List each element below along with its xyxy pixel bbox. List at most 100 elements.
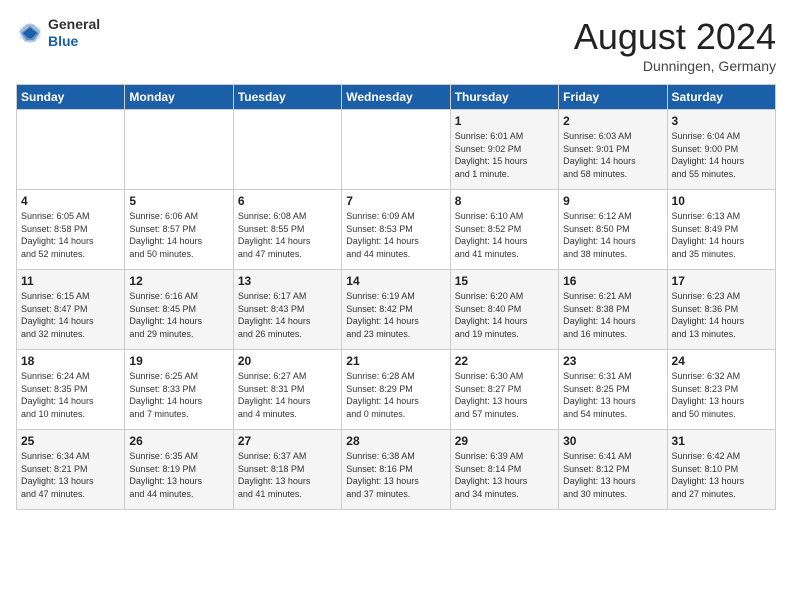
day-number: 9 (563, 194, 662, 208)
day-number: 1 (455, 114, 554, 128)
calendar-cell: 27 Sunrise: 6:37 AM Sunset: 8:18 PM Dayli… (233, 430, 341, 510)
day-info: Sunrise: 6:24 AM Sunset: 8:35 PM Dayligh… (21, 370, 120, 420)
day-number: 2 (563, 114, 662, 128)
calendar-cell: 15Sunrise: 6:20 AM Sunset: 8:40 PM Dayli… (450, 270, 558, 350)
logo-text: General Blue (48, 16, 100, 50)
day-info: Sunrise: 6:31 AM Sunset: 8:25 PM Dayligh… (563, 370, 662, 420)
day-number: 11 (21, 274, 120, 288)
day-number: 5 (129, 194, 228, 208)
calendar-cell: 11 Sunrise: 6:15 AM Sunset: 8:47 PM Dayli… (17, 270, 125, 350)
day-info: Sunrise: 6:01 AM Sunset: 9:02 PM Dayligh… (455, 130, 554, 180)
calendar-week-row: 11 Sunrise: 6:15 AM Sunset: 8:47 PM Dayli… (17, 270, 776, 350)
day-number: 7 (346, 194, 445, 208)
calendar-subtitle: Dunningen, Germany (574, 58, 776, 74)
calendar-cell: 24 Sunrise: 6:32 AM Sunset: 8:23 PM Dayli… (667, 350, 775, 430)
calendar-cell (125, 110, 233, 190)
day-info: Sunrise: 6:08 AM Sunset: 8:55 PM Dayligh… (238, 210, 337, 260)
calendar-cell: 3 Sunrise: 6:04 AM Sunset: 9:00 PM Daylig… (667, 110, 775, 190)
day-number: 4 (21, 194, 120, 208)
day-info: Sunrise: 6:32 AM Sunset: 8:23 PM Dayligh… (672, 370, 771, 420)
day-info: Sunrise: 6:37 AM Sunset: 8:18 PM Dayligh… (238, 450, 337, 500)
day-info: Sunrise: 6:10 AM Sunset: 8:52 PM Dayligh… (455, 210, 554, 260)
day-info: Sunrise: 6:25 AM Sunset: 8:33 PM Dayligh… (129, 370, 228, 420)
calendar-cell: 7 Sunrise: 6:09 AM Sunset: 8:53 PM Daylig… (342, 190, 450, 270)
calendar-cell: 9 Sunrise: 6:12 AM Sunset: 8:50 PM Daylig… (559, 190, 667, 270)
day-number: 22 (455, 354, 554, 368)
weekday-header: Tuesday (233, 85, 341, 110)
logo: General Blue (16, 16, 100, 50)
calendar-cell: 20Sunrise: 6:27 AM Sunset: 8:31 PM Dayli… (233, 350, 341, 430)
day-number: 23 (563, 354, 662, 368)
weekday-header: Wednesday (342, 85, 450, 110)
day-info: Sunrise: 6:21 AM Sunset: 8:38 PM Dayligh… (563, 290, 662, 340)
day-info: Sunrise: 6:41 AM Sunset: 8:12 PM Dayligh… (563, 450, 662, 500)
logo-icon (16, 19, 44, 47)
calendar-cell: 8Sunrise: 6:10 AM Sunset: 8:52 PM Daylig… (450, 190, 558, 270)
day-info: Sunrise: 6:12 AM Sunset: 8:50 PM Dayligh… (563, 210, 662, 260)
day-info: Sunrise: 6:42 AM Sunset: 8:10 PM Dayligh… (672, 450, 771, 500)
calendar-week-row: 25 Sunrise: 6:34 AM Sunset: 8:21 PM Dayli… (17, 430, 776, 510)
day-info: Sunrise: 6:03 AM Sunset: 9:01 PM Dayligh… (563, 130, 662, 180)
day-info: Sunrise: 6:23 AM Sunset: 8:36 PM Dayligh… (672, 290, 771, 340)
calendar-cell: 19 Sunrise: 6:25 AM Sunset: 8:33 PM Dayli… (125, 350, 233, 430)
day-info: Sunrise: 6:17 AM Sunset: 8:43 PM Dayligh… (238, 290, 337, 340)
calendar-cell: 18 Sunrise: 6:24 AM Sunset: 8:35 PM Dayli… (17, 350, 125, 430)
weekday-header: Monday (125, 85, 233, 110)
calendar-cell: 16 Sunrise: 6:21 AM Sunset: 8:38 PM Dayli… (559, 270, 667, 350)
day-number: 25 (21, 434, 120, 448)
weekday-header: Friday (559, 85, 667, 110)
day-info: Sunrise: 6:06 AM Sunset: 8:57 PM Dayligh… (129, 210, 228, 260)
weekday-header-row: SundayMondayTuesdayWednesdayThursdayFrid… (17, 85, 776, 110)
calendar-cell: 28Sunrise: 6:38 AM Sunset: 8:16 PM Dayli… (342, 430, 450, 510)
calendar-cell: 14 Sunrise: 6:19 AM Sunset: 8:42 PM Dayli… (342, 270, 450, 350)
day-info: Sunrise: 6:04 AM Sunset: 9:00 PM Dayligh… (672, 130, 771, 180)
day-number: 24 (672, 354, 771, 368)
day-info: Sunrise: 6:39 AM Sunset: 8:14 PM Dayligh… (455, 450, 554, 500)
day-number: 16 (563, 274, 662, 288)
calendar-cell: 29Sunrise: 6:39 AM Sunset: 8:14 PM Dayli… (450, 430, 558, 510)
day-info: Sunrise: 6:15 AM Sunset: 8:47 PM Dayligh… (21, 290, 120, 340)
calendar-week-row: 18 Sunrise: 6:24 AM Sunset: 8:35 PM Dayli… (17, 350, 776, 430)
calendar-week-row: 4 Sunrise: 6:05 AM Sunset: 8:58 PM Daylig… (17, 190, 776, 270)
calendar-cell: 31 Sunrise: 6:42 AM Sunset: 8:10 PM Dayli… (667, 430, 775, 510)
weekday-header: Saturday (667, 85, 775, 110)
weekday-header: Sunday (17, 85, 125, 110)
calendar-cell (342, 110, 450, 190)
day-number: 18 (21, 354, 120, 368)
day-info: Sunrise: 6:16 AM Sunset: 8:45 PM Dayligh… (129, 290, 228, 340)
calendar-cell: 5 Sunrise: 6:06 AM Sunset: 8:57 PM Daylig… (125, 190, 233, 270)
day-info: Sunrise: 6:13 AM Sunset: 8:49 PM Dayligh… (672, 210, 771, 260)
calendar-table: SundayMondayTuesdayWednesdayThursdayFrid… (16, 84, 776, 510)
calendar-cell: 21 Sunrise: 6:28 AM Sunset: 8:29 PM Dayli… (342, 350, 450, 430)
day-number: 21 (346, 354, 445, 368)
day-number: 19 (129, 354, 228, 368)
day-number: 31 (672, 434, 771, 448)
day-number: 20 (238, 354, 337, 368)
day-number: 26 (129, 434, 228, 448)
day-info: Sunrise: 6:19 AM Sunset: 8:42 PM Dayligh… (346, 290, 445, 340)
day-info: Sunrise: 6:09 AM Sunset: 8:53 PM Dayligh… (346, 210, 445, 260)
day-info: Sunrise: 6:34 AM Sunset: 8:21 PM Dayligh… (21, 450, 120, 500)
calendar-cell: 6Sunrise: 6:08 AM Sunset: 8:55 PM Daylig… (233, 190, 341, 270)
calendar-cell: 2 Sunrise: 6:03 AM Sunset: 9:01 PM Daylig… (559, 110, 667, 190)
calendar-cell (233, 110, 341, 190)
day-number: 10 (672, 194, 771, 208)
day-info: Sunrise: 6:35 AM Sunset: 8:19 PM Dayligh… (129, 450, 228, 500)
day-info: Sunrise: 6:38 AM Sunset: 8:16 PM Dayligh… (346, 450, 445, 500)
day-number: 3 (672, 114, 771, 128)
calendar-cell (17, 110, 125, 190)
day-number: 12 (129, 274, 228, 288)
calendar-cell: 23 Sunrise: 6:31 AM Sunset: 8:25 PM Dayli… (559, 350, 667, 430)
title-block: August 2024 Dunningen, Germany (574, 16, 776, 74)
day-number: 27 (238, 434, 337, 448)
day-number: 14 (346, 274, 445, 288)
day-info: Sunrise: 6:05 AM Sunset: 8:58 PM Dayligh… (21, 210, 120, 260)
day-number: 13 (238, 274, 337, 288)
logo-general: General (48, 16, 100, 33)
day-info: Sunrise: 6:28 AM Sunset: 8:29 PM Dayligh… (346, 370, 445, 420)
calendar-week-row: 1 Sunrise: 6:01 AM Sunset: 9:02 PM Daylig… (17, 110, 776, 190)
day-number: 30 (563, 434, 662, 448)
weekday-header: Thursday (450, 85, 558, 110)
calendar-cell: 12 Sunrise: 6:16 AM Sunset: 8:45 PM Dayli… (125, 270, 233, 350)
calendar-cell: 4 Sunrise: 6:05 AM Sunset: 8:58 PM Daylig… (17, 190, 125, 270)
